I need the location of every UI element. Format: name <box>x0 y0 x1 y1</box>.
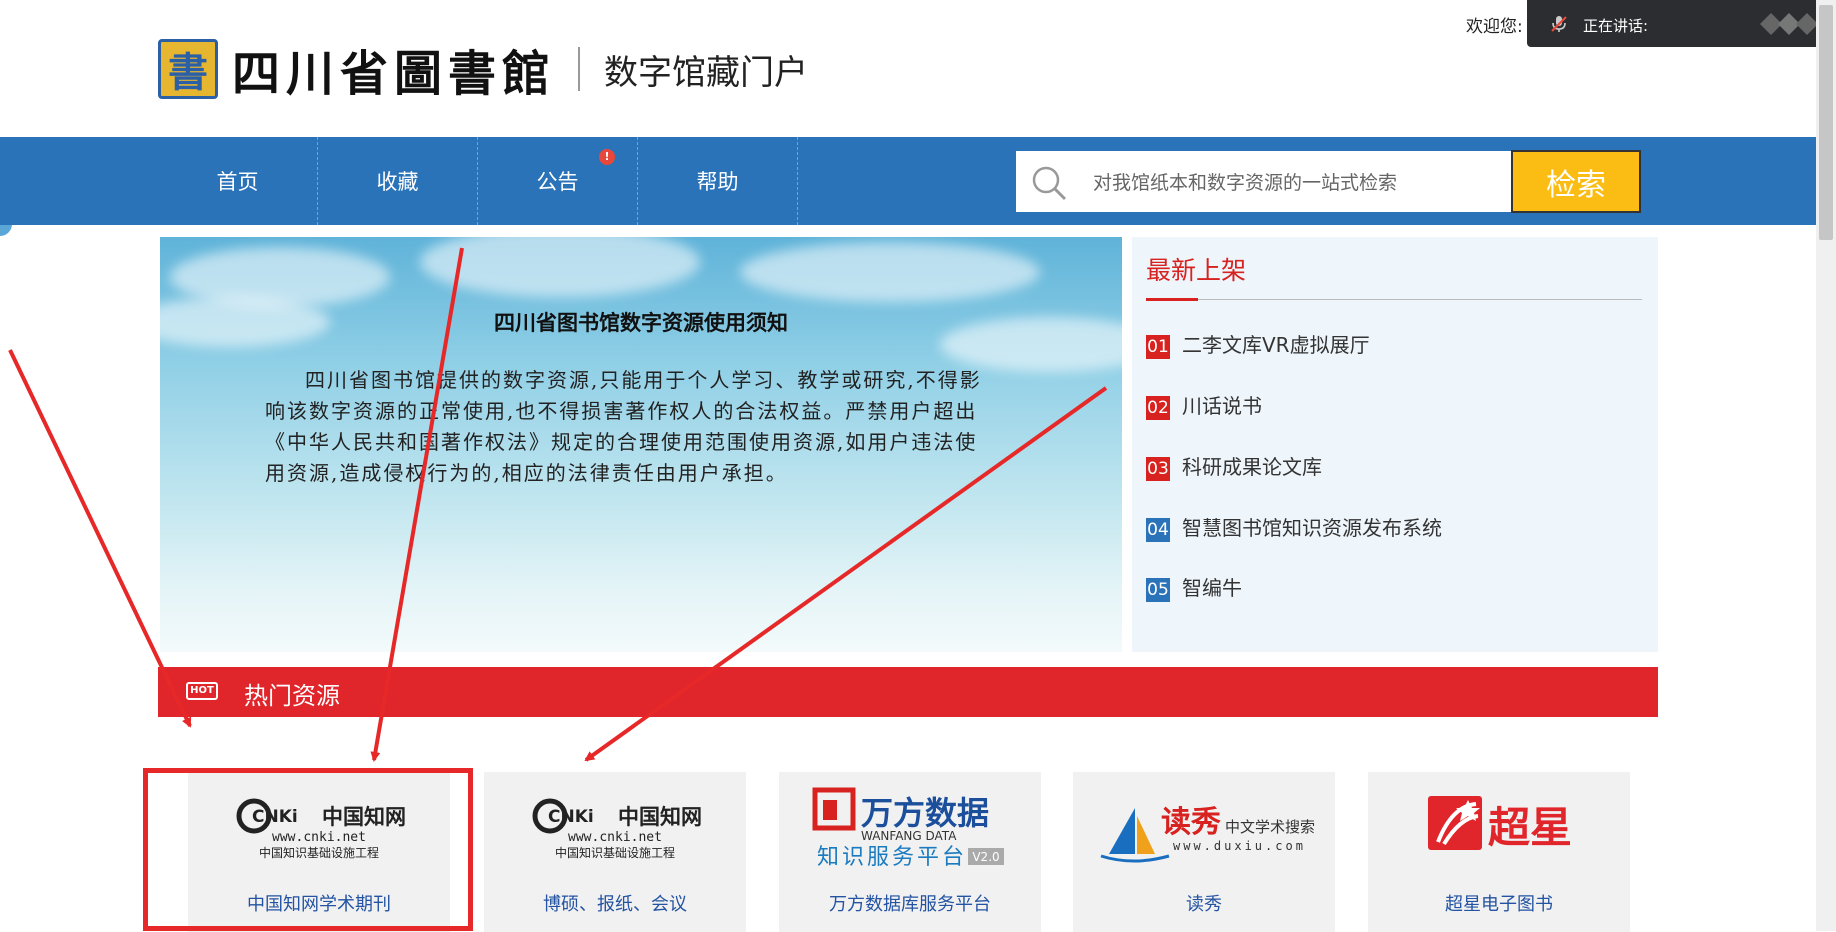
rank-badge: 03 <box>1146 457 1170 481</box>
cnki-slogan: 中国知识基础设施工程 <box>259 845 379 860</box>
list-item[interactable]: 05 智编牛 <box>1146 572 1242 602</box>
duxiu-url: www.duxiu.com <box>1173 839 1306 853</box>
rank-badge: 04 <box>1146 518 1170 542</box>
duxiu-logo-icon: 读秀 中文学术搜索 www.duxiu.com <box>1100 805 1315 863</box>
duxiu-brand: 读秀 <box>1161 805 1221 840</box>
library-seal-icon: 書 <box>158 39 218 99</box>
library-logo[interactable]: 書 四川省圖書館 数字馆藏门户 <box>158 38 809 102</box>
resource-label: 博硕、报纸、会议 <box>543 894 687 915</box>
hot-icon: HOT <box>186 682 218 700</box>
nav-announcements[interactable]: 公告 <box>478 137 638 225</box>
usage-notice-banner: 四川省图书馆数字资源使用须知 四川省图书馆提供的数字资源,只能用于个人学习、教学… <box>160 237 1122 652</box>
list-item-label: 科研成果论文库 <box>1182 454 1322 479</box>
duxiu-sub: 中文学术搜索 <box>1225 818 1315 836</box>
cnki-url: www.cnki.net <box>568 830 662 845</box>
cloud-decoration <box>740 242 1040 302</box>
meeting-controls-icon[interactable] <box>1760 13 1818 35</box>
list-item[interactable]: 02 川话说书 <box>1146 390 1262 420</box>
list-item[interactable]: 01 二李文库VR虚拟展厅 <box>1146 329 1370 359</box>
nav-home[interactable]: 首页 <box>158 137 318 225</box>
hot-resources-title: 热门资源 <box>244 682 340 710</box>
resource-card-duxiu[interactable]: 读秀 中文学术搜索 www.duxiu.com 读秀 <box>1073 772 1335 932</box>
notification-badge: ! <box>599 149 615 165</box>
resource-label: 读秀 <box>1186 894 1222 915</box>
rank-badge: 01 <box>1146 335 1170 359</box>
rank-badge: 02 <box>1146 396 1170 420</box>
divider <box>1146 299 1642 300</box>
search-button[interactable]: 检索 <box>1511 150 1641 213</box>
new-arrivals-panel: 最新上架 01 二李文库VR虚拟展厅 02 川话说书 03 科研成果论文库 04… <box>1132 237 1658 652</box>
cnki-cn-name: 中国知网 <box>322 804 406 829</box>
notice-body: 四川省图书馆提供的数字资源,只能用于个人学习、教学或研究,不得影响该数字资源的正… <box>265 368 982 485</box>
meeting-toolbar[interactable]: 正在讲话: <box>1527 0 1827 47</box>
cloud-decoration <box>420 237 700 297</box>
welcome-text: 欢迎您: <box>1466 17 1523 37</box>
hot-resources-bar: HOT 热门资源 <box>158 667 1658 717</box>
list-item-label: 智编牛 <box>1182 575 1242 600</box>
title-underline <box>1146 298 1198 301</box>
scrollbar-thumb[interactable] <box>1819 5 1833 240</box>
notice-title: 四川省图书馆数字资源使用须知 <box>494 311 788 335</box>
list-item[interactable]: 03 科研成果论文库 <box>1146 451 1322 481</box>
muted-mic-icon[interactable] <box>1549 14 1569 34</box>
speaking-status: 正在讲话: <box>1583 17 1649 35</box>
list-item-label: 智慧图书馆知识资源发布系统 <box>1182 515 1442 540</box>
logo-divider <box>578 47 581 91</box>
new-arrivals-title: 最新上架 <box>1146 256 1247 285</box>
wanfang-logo-icon: 万方数据 WANFANG DATA 知识服务平台 V2.0 <box>812 787 1004 866</box>
cnki-logo-icon: CNKi 中国知网 www.cnki.net 中国知识基础设施工程 <box>532 798 702 860</box>
list-item-label: 二李文库VR虚拟展厅 <box>1182 332 1370 357</box>
cnki-cn-name: 中国知网 <box>618 804 702 829</box>
resource-card-cnki-theses[interactable]: CNKi 中国知网 www.cnki.net 中国知识基础设施工程 博硕、报纸、… <box>484 772 746 932</box>
cnki-url: www.cnki.net <box>272 830 366 845</box>
cnki-slogan: 中国知识基础设施工程 <box>555 845 675 860</box>
wanfang-en: WANFANG DATA <box>861 829 957 843</box>
chaoxing-logo-icon: 超星 <box>1428 796 1572 852</box>
resource-label: 万方数据库服务平台 <box>829 894 991 915</box>
wanfang-version: V2.0 <box>972 850 999 864</box>
search-input[interactable] <box>1091 151 1500 214</box>
nav-favorites[interactable]: 收藏 <box>318 137 478 225</box>
search-icon <box>1032 166 1067 201</box>
cnki-brand: CNKi <box>252 807 298 827</box>
nav-help[interactable]: 帮助 <box>638 137 798 225</box>
resource-label: 超星电子图书 <box>1445 894 1553 915</box>
rank-badge: 05 <box>1146 578 1170 602</box>
resource-label: 中国知网学术期刊 <box>247 894 391 915</box>
search-box <box>1016 151 1511 214</box>
wanfang-brand: 万方数据 <box>861 794 989 832</box>
portal-name: 数字馆藏门户 <box>604 52 809 93</box>
list-item[interactable]: 04 智慧图书馆知识资源发布系统 <box>1146 512 1442 542</box>
chaoxing-brand: 超星 <box>1488 803 1572 852</box>
list-item-label: 川话说书 <box>1182 393 1262 418</box>
cnki-logo-icon: CNKi 中国知网 www.cnki.net 中国知识基础设施工程 <box>236 798 406 860</box>
cnki-brand: CNKi <box>548 807 594 827</box>
resource-card-wanfang[interactable]: 万方数据 WANFANG DATA 知识服务平台 V2.0 万方数据库服务平台 <box>779 772 1041 932</box>
wanfang-sub: 知识服务平台 <box>817 845 967 866</box>
resource-card-cnki-journals[interactable]: CNKi 中国知网 www.cnki.net 中国知识基础设施工程 中国知网学术… <box>188 772 450 932</box>
resource-card-chaoxing[interactable]: 超星 超星电子图书 <box>1368 772 1630 932</box>
library-name: 四川省圖書館 <box>232 46 557 102</box>
